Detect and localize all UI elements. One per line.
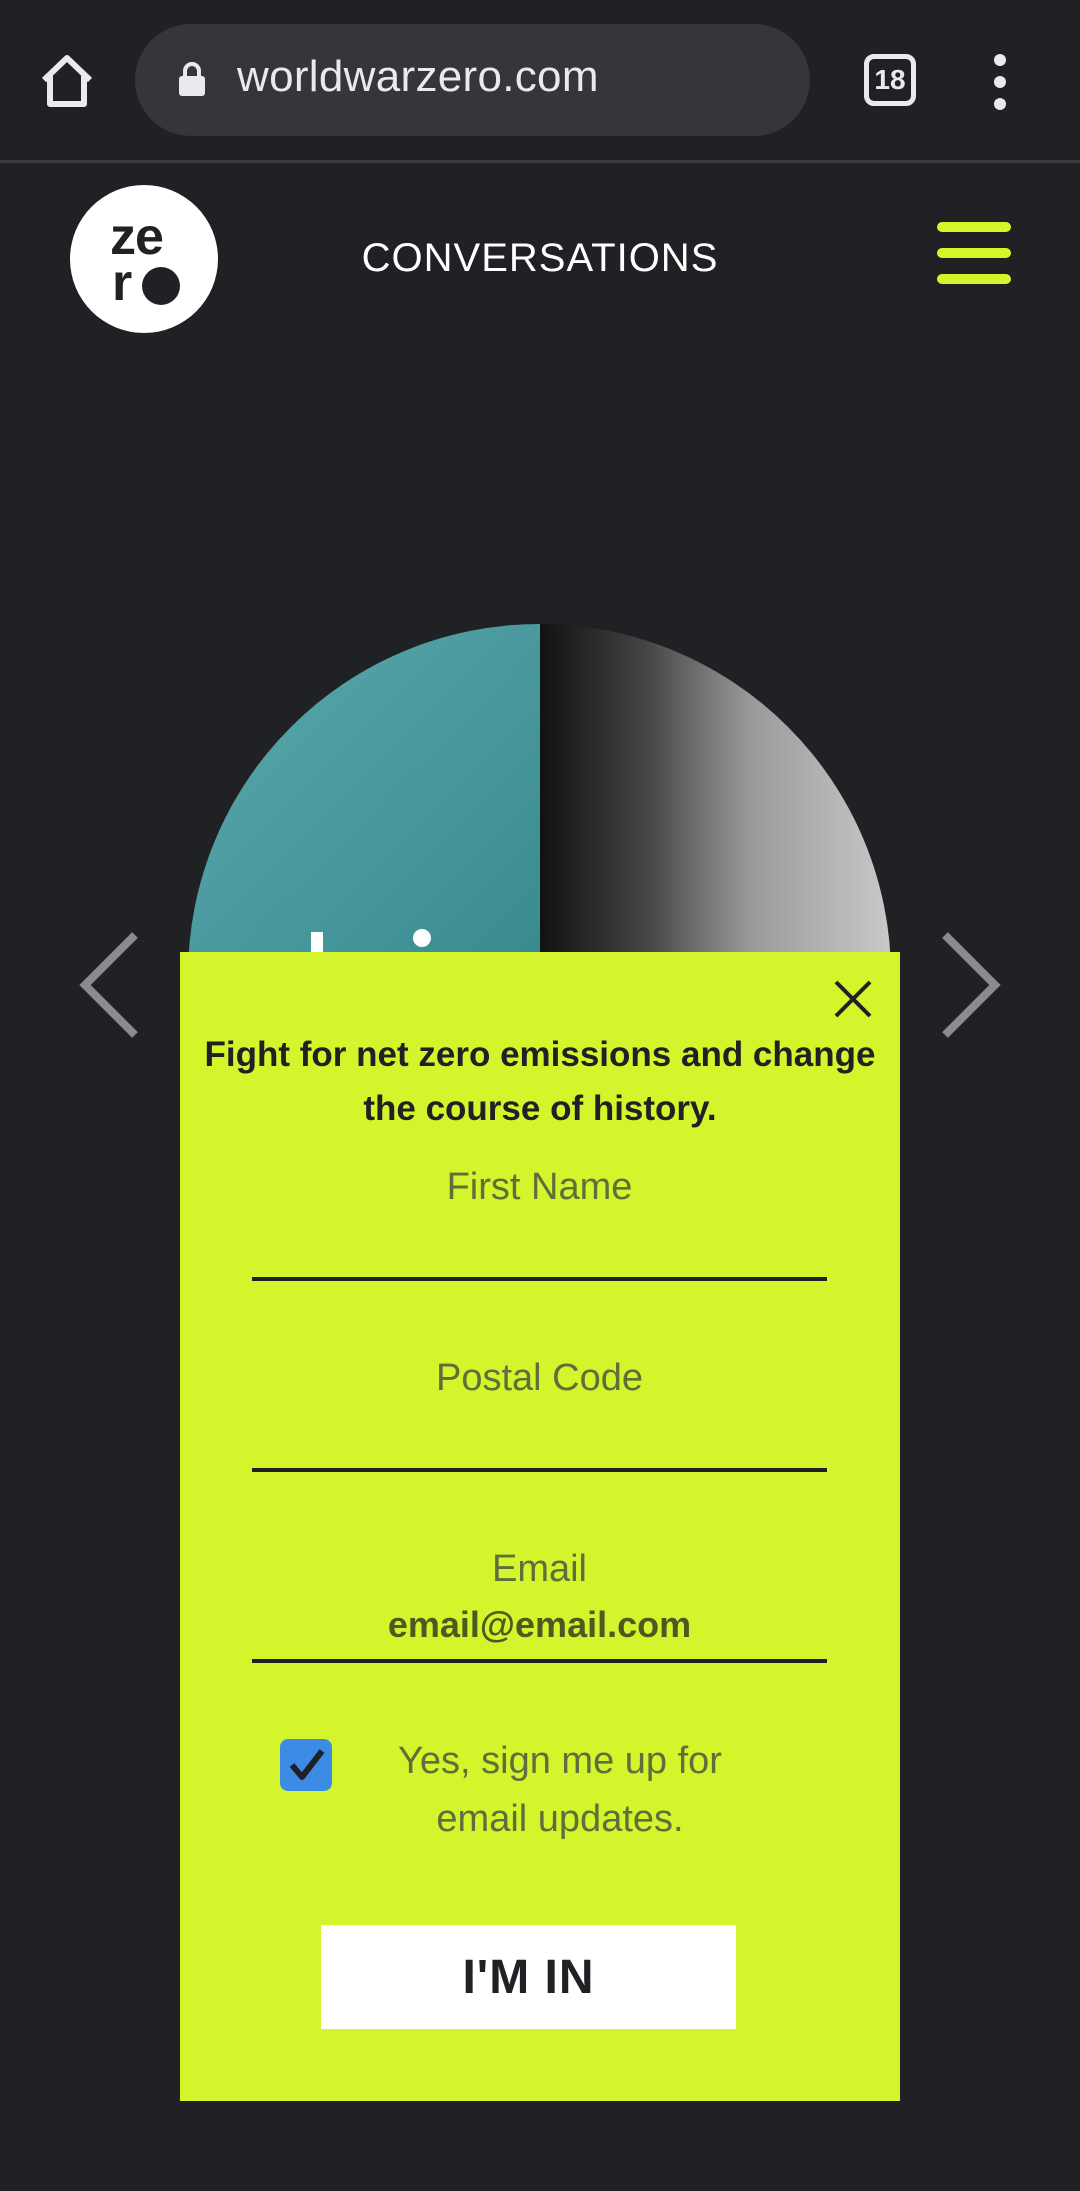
first-name-input[interactable] <box>252 1209 827 1281</box>
email-updates-checkbox[interactable] <box>280 1739 332 1791</box>
more-options-icon[interactable] <box>985 54 1015 110</box>
email-input[interactable] <box>252 1591 827 1663</box>
postal-code-field: Postal Code <box>252 1357 827 1472</box>
close-icon[interactable] <box>830 976 876 1022</box>
address-bar[interactable]: worldwarzero.com <box>135 24 810 136</box>
hamburger-menu-icon[interactable] <box>937 222 1011 284</box>
postal-code-label: Postal Code <box>435 1357 643 1399</box>
page-title[interactable]: CONVERSATIONS <box>0 236 1080 281</box>
consent-label: Yes, sign me up for email updates. <box>398 1740 722 1840</box>
email-label: Email <box>491 1548 588 1590</box>
tab-count: 18 <box>874 64 906 95</box>
signup-modal: Fight for net zero emissions and change … <box>180 952 900 2101</box>
im-in-button[interactable]: I'M IN <box>321 1925 736 2029</box>
url-text: worldwarzero.com <box>237 52 599 101</box>
modal-headline: Fight for net zero emissions and change … <box>204 1035 876 1128</box>
carousel-prev-icon[interactable] <box>75 930 145 1040</box>
browser-toolbar: worldwarzero.com 18 <box>0 0 1080 163</box>
lock-icon <box>177 62 207 98</box>
first-name-field: First Name <box>252 1166 827 1281</box>
postal-code-input[interactable] <box>252 1400 827 1472</box>
home-icon[interactable] <box>36 50 98 112</box>
email-field: Email <box>252 1548 827 1663</box>
tab-switcher-button[interactable]: 18 <box>864 54 916 106</box>
hero-text-dot <box>413 929 431 947</box>
first-name-label: First Name <box>446 1166 633 1208</box>
carousel-next-icon[interactable] <box>935 930 1005 1040</box>
